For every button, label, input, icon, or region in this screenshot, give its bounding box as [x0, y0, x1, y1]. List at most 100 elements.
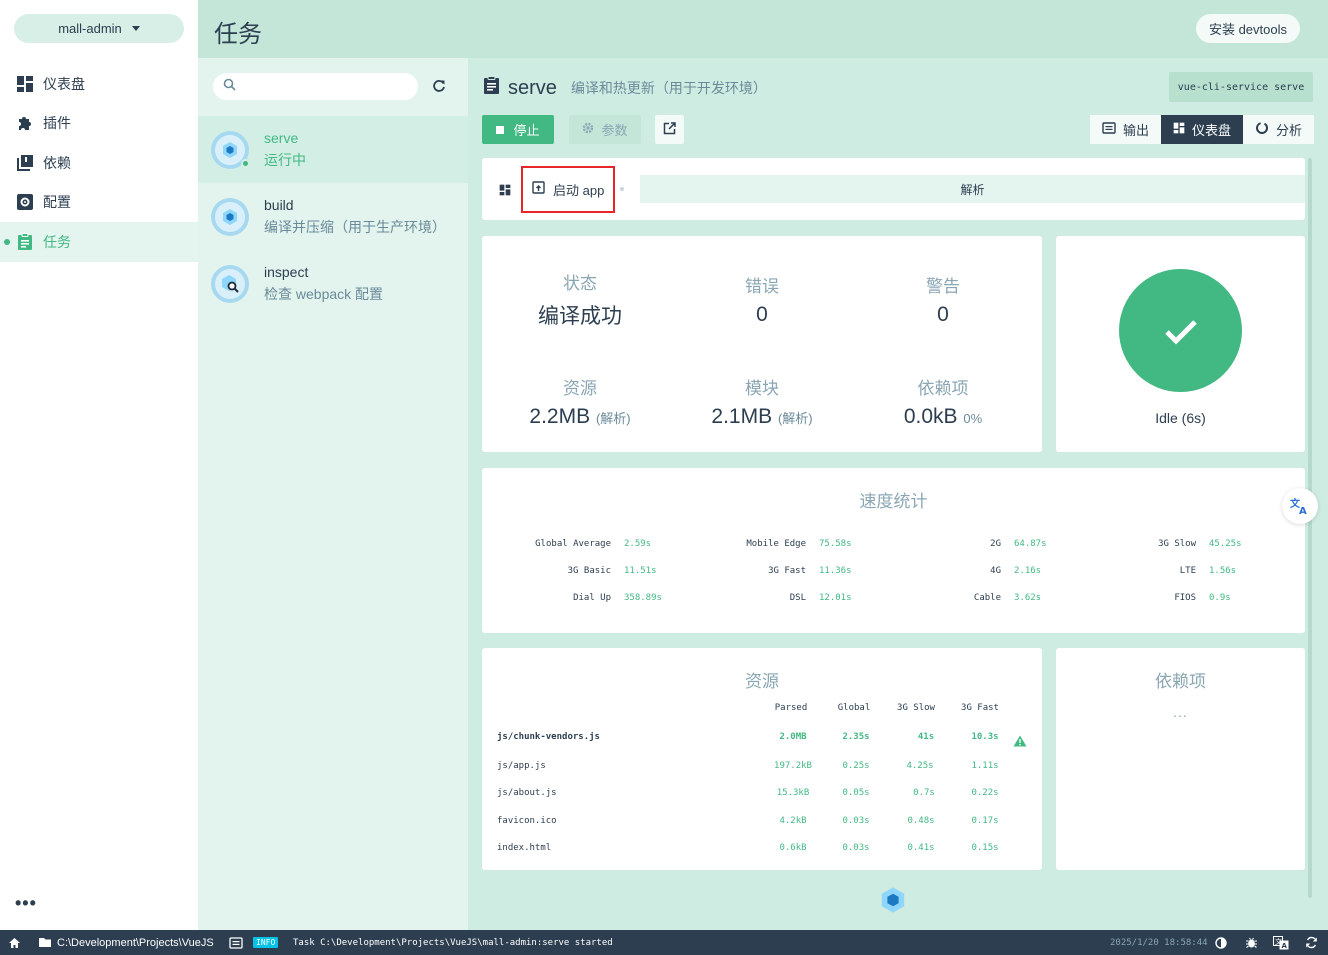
speed-item: Mobile Edge 75.58s	[746, 539, 852, 549]
dark-mode-icon[interactable]	[1215, 930, 1227, 955]
stat-sub: (解析)	[595, 411, 631, 426]
output-icon	[1102, 122, 1116, 137]
build-status-widget: 状态 编译成功 错误 0 警告 0 资源 2.2MB (解析) 模块 2.1MB…	[482, 236, 1042, 452]
table-row: js/app.js 197.2kB 0.25s 4.25s 1.11s	[497, 761, 999, 771]
task-header: serve 编译和热更新（用于开发环境）	[483, 73, 767, 103]
speed-item: 3G Fast 11.36s	[768, 566, 852, 576]
assignment-icon	[483, 76, 500, 100]
task-list-panel: serve 运行中 build 编译并压缩（用于生产环境） inspect 检查…	[198, 58, 468, 930]
stat-value: 0	[756, 303, 768, 326]
stat-label: 模块	[745, 379, 779, 398]
speed-item: DSL 12.01s	[789, 593, 852, 603]
language-icon[interactable]: 文A	[1273, 930, 1289, 955]
settings-icon	[15, 192, 35, 212]
launch-app-button[interactable]: 启动 app	[530, 176, 604, 202]
bug-icon[interactable]	[1245, 930, 1258, 955]
speed-item: 4G 2.16s	[990, 566, 1042, 576]
project-name: mall-admin	[58, 21, 122, 36]
translate-icon[interactable]: 文A	[1282, 488, 1318, 524]
project-selector[interactable]: mall-admin	[14, 14, 184, 43]
speed-item: Dial Up 358.89s	[573, 593, 662, 603]
log-level-badge: INFO	[253, 937, 279, 948]
folder-icon[interactable]	[38, 930, 52, 955]
stop-icon	[496, 125, 505, 134]
task-desc: 编译并压缩（用于生产环境）	[264, 218, 446, 235]
task-desc: 运行中	[264, 151, 306, 168]
task-item-serve[interactable]: serve 运行中	[198, 116, 468, 183]
log-time: 2025/1/20 18:58:44	[1110, 937, 1208, 948]
speed-item: LTE 1.56s	[1179, 566, 1237, 576]
nav-item-tasks[interactable]: 任务	[0, 222, 198, 262]
task-name: build	[264, 196, 294, 213]
analyze-button[interactable]: 解析	[640, 175, 1305, 203]
page-header: 任务 安装 devtools	[198, 0, 1328, 58]
webpack-icon	[211, 130, 250, 169]
params-button[interactable]: 参数	[569, 115, 641, 144]
status-widget: Idle (6s)	[1056, 236, 1305, 452]
nav-item-plugins[interactable]: 插件	[0, 103, 198, 143]
success-check-icon	[1119, 269, 1242, 392]
page-title: 任务	[214, 21, 262, 48]
stop-label: 停止	[513, 123, 540, 138]
warning-icon	[1013, 732, 1027, 751]
open-app-icon	[532, 181, 545, 197]
vue-cli-logo-icon	[880, 886, 906, 919]
table-row: js/chunk-vendors.js 2.0MB 2.35s 41s 10.3…	[497, 732, 999, 742]
nav-item-dashboard[interactable]: 仪表盘	[0, 64, 198, 104]
speed-item: 2G 64.87s	[990, 539, 1047, 549]
home-icon[interactable]	[8, 930, 21, 955]
nav-item-label: 依赖	[43, 155, 71, 171]
stat-value: 2.1MB	[711, 405, 773, 428]
stat-label: 资源	[563, 379, 597, 398]
more-icon[interactable]: •••	[15, 893, 37, 914]
scrollbar-thumb[interactable]	[1308, 158, 1312, 898]
dashboard-icon	[1173, 122, 1185, 137]
card-title: 资源	[745, 672, 779, 691]
loading-placeholder: ...	[1173, 704, 1188, 720]
open-in-new-button[interactable]	[655, 115, 684, 144]
widgets-icon[interactable]	[499, 183, 511, 201]
task-item-inspect[interactable]: inspect 检查 webpack 配置	[198, 250, 468, 317]
task-item-build[interactable]: build 编译并压缩（用于生产环境）	[198, 183, 468, 250]
assignment-icon	[15, 232, 35, 252]
svg-text:A: A	[1282, 942, 1288, 950]
install-devtools-button[interactable]: 安装 devtools	[1195, 14, 1300, 43]
nav-item-dependencies[interactable]: 依赖	[0, 143, 198, 183]
column-header: Global	[837, 703, 871, 713]
column-header: Parsed	[774, 703, 808, 713]
stat-sub: 0%	[963, 411, 983, 426]
console-icon[interactable]	[229, 930, 243, 955]
sync-icon[interactable]	[1305, 930, 1318, 955]
nav-item-label: 仪表盘	[43, 76, 85, 92]
column-header: 3G Slow	[897, 703, 935, 713]
gear-icon	[582, 122, 594, 137]
search-input[interactable]	[244, 79, 404, 94]
stop-button[interactable]: 停止	[482, 115, 554, 144]
open-in-new-icon	[663, 121, 676, 138]
speed-item: Global Average 2.59s	[535, 539, 652, 549]
svg-text:A: A	[1299, 506, 1307, 515]
stat-assets: 资源 2.2MB (解析)	[490, 374, 670, 429]
card-title: 速度统计	[859, 492, 928, 511]
donut-icon	[1255, 121, 1269, 138]
search-icon	[223, 78, 236, 96]
project-path[interactable]: C:\Development\Projects\VueJS	[57, 930, 214, 955]
card-title: 依赖项	[1155, 672, 1206, 691]
column-header: 3G Fast	[961, 703, 999, 713]
tab-output[interactable]: 输出	[1089, 115, 1161, 144]
refresh-icon[interactable]	[430, 77, 448, 95]
tab-dashboard[interactable]: 仪表盘	[1160, 115, 1243, 144]
dependencies-widget: 依赖项 ...	[1056, 648, 1305, 870]
speed-item: 3G Slow 45.25s	[1158, 539, 1242, 549]
webpack-inspect-icon	[211, 264, 249, 303]
stat-value: 2.2MB	[529, 405, 591, 428]
tab-analyze[interactable]: 分析	[1242, 115, 1314, 144]
search-box[interactable]	[213, 73, 418, 100]
speed-item: 3G Basic 11.51s	[567, 566, 657, 576]
stat-value: 0	[937, 303, 949, 326]
nav-item-label: 任务	[43, 234, 71, 250]
task-name: inspect	[264, 263, 309, 280]
tab-label: 仪表盘	[1191, 123, 1231, 138]
nav-item-config[interactable]: 配置	[0, 182, 198, 222]
status-bar: C:\Development\Projects\VueJS INFO Task …	[0, 930, 1328, 955]
